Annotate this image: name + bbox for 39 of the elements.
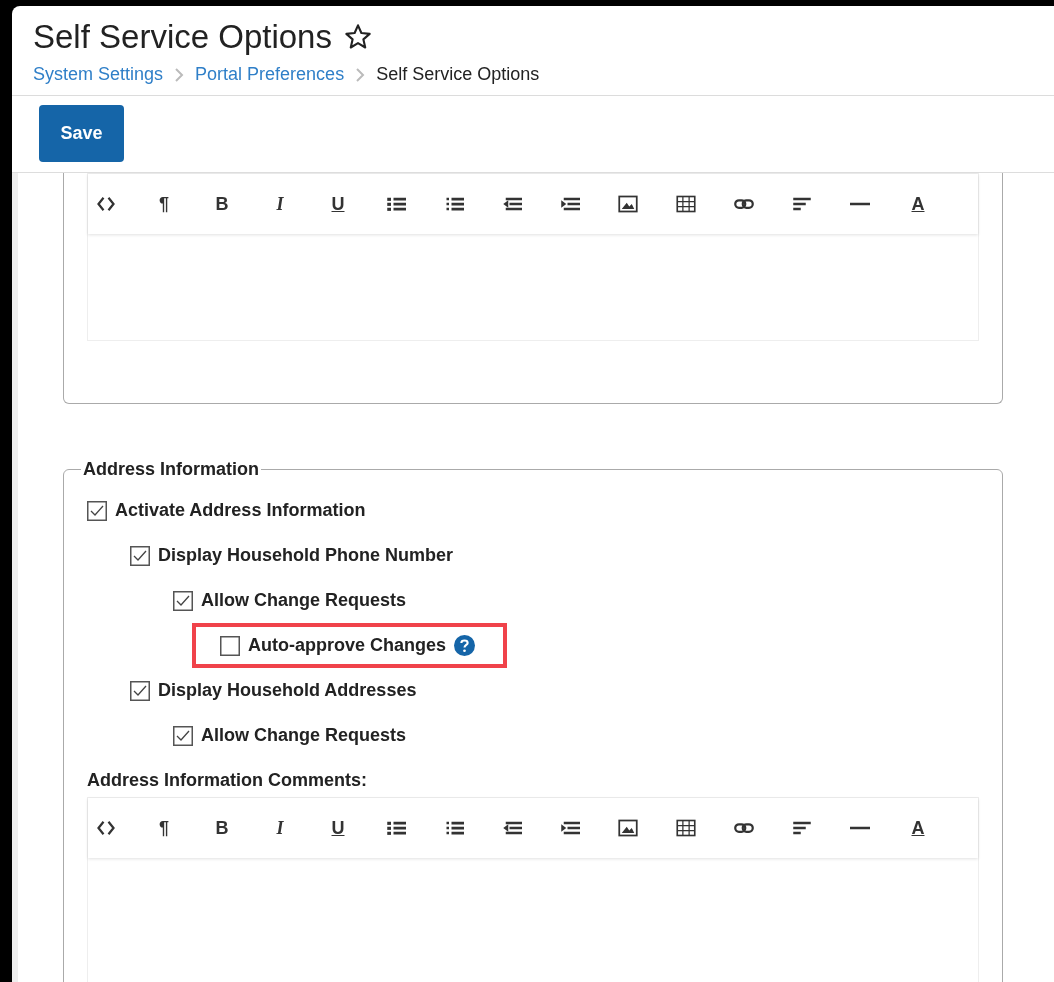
image-icon[interactable] bbox=[618, 818, 638, 838]
section-legend: Address Information bbox=[81, 459, 262, 480]
checkbox[interactable] bbox=[173, 725, 193, 746]
breadcrumb-link[interactable]: System Settings bbox=[33, 64, 164, 85]
breadcrumb-current: Self Service Options bbox=[376, 64, 540, 85]
page-title: Self Service Options bbox=[33, 18, 332, 56]
star-icon[interactable] bbox=[343, 23, 372, 51]
image-icon[interactable] bbox=[618, 194, 638, 214]
code-icon[interactable] bbox=[96, 818, 116, 838]
save-button[interactable]: Save bbox=[39, 105, 124, 162]
code-icon[interactable] bbox=[96, 194, 116, 214]
format-button[interactable]: I bbox=[270, 193, 290, 215]
option-label: Allow Change Requests bbox=[201, 725, 407, 746]
option-label: Activate Address Information bbox=[115, 500, 366, 521]
format-button[interactable]: A bbox=[908, 817, 928, 839]
checkbox[interactable] bbox=[220, 635, 240, 656]
table-icon[interactable] bbox=[676, 818, 696, 838]
format-button[interactable]: U bbox=[328, 193, 348, 215]
option-label: Auto-approve Changes bbox=[248, 635, 447, 656]
format-button[interactable]: ¶ bbox=[154, 817, 174, 839]
format-button[interactable]: A bbox=[908, 193, 928, 215]
field-label: Address Information Comments: bbox=[87, 770, 369, 791]
breadcrumb-link[interactable]: Portal Preferences bbox=[195, 64, 345, 85]
format-button[interactable]: B bbox=[212, 193, 232, 215]
checkbox[interactable] bbox=[173, 590, 193, 611]
checkbox[interactable] bbox=[87, 500, 107, 521]
chevron-icon bbox=[354, 67, 367, 82]
checkbox[interactable] bbox=[130, 680, 150, 701]
format-button[interactable]: ¶ bbox=[154, 193, 174, 215]
option-label: Display Household Phone Number bbox=[158, 545, 454, 566]
help-icon[interactable] bbox=[454, 635, 476, 656]
table-icon[interactable] bbox=[676, 194, 696, 214]
format-button[interactable]: B bbox=[212, 817, 232, 839]
checkbox[interactable] bbox=[130, 545, 150, 566]
format-button[interactable]: I bbox=[270, 817, 290, 839]
option-label: Allow Change Requests bbox=[201, 590, 407, 611]
chevron-icon bbox=[173, 67, 186, 82]
option-label: Display Household Addresses bbox=[158, 680, 417, 701]
format-button[interactable]: U bbox=[328, 817, 348, 839]
